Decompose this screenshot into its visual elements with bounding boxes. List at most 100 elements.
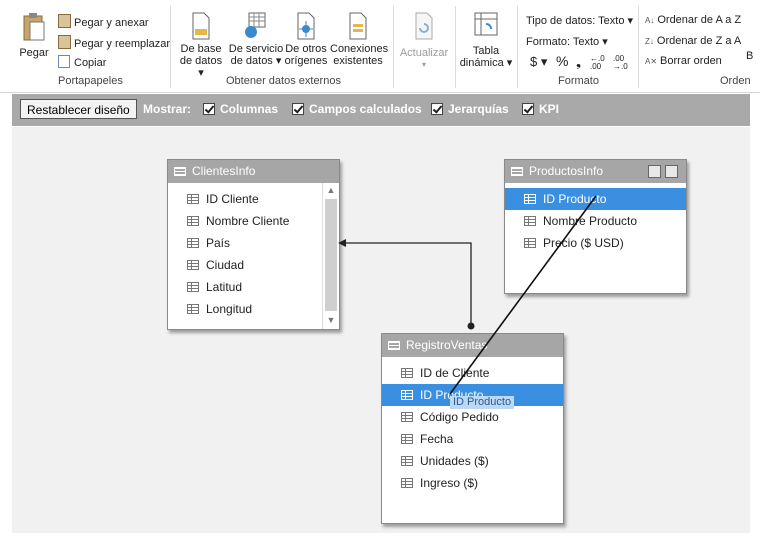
table-productosinfo[interactable]: ProductosInfo ID Producto Nombre Product…	[504, 159, 687, 294]
field-row[interactable]: ID de Cliente	[382, 362, 563, 384]
data-type-dropdown[interactable]: Tipo de datos: Texto ▾	[526, 14, 633, 27]
field-row[interactable]: Unidades ($)	[382, 450, 563, 472]
paste-append-button[interactable]: Pegar y anexar	[58, 14, 149, 29]
from-other-sources-button[interactable]: De otros orígenes	[284, 12, 328, 67]
pivot-table-label-2: dinámica ▾	[459, 57, 513, 69]
from-data-service-label-1: De servicio	[228, 43, 284, 55]
table-clientesinfo[interactable]: ClientesInfo ID Cliente Nombre Cliente P…	[167, 159, 340, 330]
show-columns-label: Columnas	[220, 102, 279, 116]
field-label: Ciudad	[206, 258, 245, 272]
separator	[170, 6, 171, 88]
format-dropdown[interactable]: Formato: Texto ▾	[526, 35, 608, 48]
show-calculated-fields-label: Campos calculados	[309, 102, 422, 116]
from-data-service-label-2: de datos ▾	[230, 55, 282, 67]
field-row[interactable]: Código Pedido	[382, 406, 563, 428]
column-icon	[401, 434, 413, 444]
field-label: Latitud	[206, 280, 243, 294]
table-registroventas[interactable]: RegistroVentas ID de Cliente ID Producto…	[381, 333, 564, 524]
from-data-service-button[interactable]: De servicio de datos ▾	[228, 12, 284, 67]
column-icon	[524, 194, 536, 204]
refresh-button[interactable]: Actualizar ▾	[397, 12, 451, 71]
scroll-down-icon[interactable]: ▼	[325, 315, 337, 325]
field-row[interactable]: Fecha	[382, 428, 563, 450]
column-icon	[187, 216, 199, 226]
field-label: Nombre Producto	[543, 214, 638, 228]
paste-append-icon	[58, 14, 71, 28]
sort-az-icon: A↓	[645, 16, 655, 25]
data-service-icon	[245, 12, 266, 38]
sort-az-button[interactable]: A↓ Ordenar de A a Z	[645, 14, 741, 26]
pivot-table-label-1: Tabla	[472, 45, 500, 57]
paste-button[interactable]: Pegar	[16, 12, 52, 59]
clear-sort-label: Borrar orden	[660, 55, 722, 67]
checkbox-checked-icon	[431, 103, 443, 115]
show-kpi-label: KPI	[539, 102, 560, 116]
other-sources-icon	[297, 12, 315, 40]
currency-button[interactable]: $ ▾	[530, 54, 547, 70]
table-header[interactable]: RegistroVentas	[382, 334, 563, 357]
column-icon	[187, 238, 199, 248]
field-label: Nombre Cliente	[206, 214, 290, 228]
restore-icon[interactable]	[648, 165, 661, 178]
pivot-table-button[interactable]: Tabla dinámica ▾	[459, 12, 513, 69]
show-calculated-fields-checkbox[interactable]: Campos calculados	[292, 102, 422, 116]
percent-button[interactable]: %	[556, 53, 568, 69]
field-row[interactable]: Latitud	[168, 276, 322, 298]
clipboard-group-label: Portapapeles	[58, 75, 123, 87]
sort-za-button[interactable]: Z↓ Ordenar de Z a A	[645, 35, 741, 47]
field-label: Longitud	[206, 302, 253, 316]
increase-decimal-button[interactable]: ←.0 .00	[590, 55, 612, 71]
show-columns-checkbox[interactable]: Columnas	[203, 102, 278, 116]
paste-replace-icon	[58, 35, 71, 49]
copy-label: Copiar	[74, 57, 107, 69]
table-title: ProductosInfo	[529, 164, 604, 178]
pivot-table-icon	[474, 12, 498, 36]
from-database-button[interactable]: De base de datos ▾	[176, 12, 226, 79]
field-label: ID Cliente	[206, 192, 259, 206]
from-database-label-2: de datos ▾	[179, 55, 223, 79]
column-icon	[187, 304, 199, 314]
copy-button[interactable]: Copiar	[58, 55, 106, 69]
column-icon	[524, 238, 536, 248]
field-label: Precio ($ USD)	[543, 236, 624, 250]
field-row[interactable]: ID Cliente	[168, 188, 322, 210]
show-hierarchies-checkbox[interactable]: Jerarquías	[431, 102, 509, 116]
vertical-scrollbar[interactable]: ▲ ▼	[322, 183, 339, 329]
table-header[interactable]: ProductosInfo	[505, 160, 686, 183]
scroll-up-icon[interactable]: ▲	[325, 185, 337, 195]
scrollbar-thumb[interactable]	[325, 199, 337, 311]
paste-replace-label: Pegar y reemplazar	[74, 38, 170, 50]
field-row[interactable]: Ciudad	[168, 254, 322, 276]
table-title: RegistroVentas	[406, 338, 488, 352]
table-icon	[511, 167, 523, 176]
existing-connections-label-1: Conexiones	[330, 43, 389, 55]
sort-za-icon: Z↓	[645, 37, 654, 46]
decrease-decimal-button[interactable]: .00 →.0	[613, 55, 635, 71]
column-icon	[524, 216, 536, 226]
checkbox-checked-icon	[522, 103, 534, 115]
field-row[interactable]: Precio ($ USD)	[505, 232, 686, 254]
field-row[interactable]: Nombre Producto	[505, 210, 686, 232]
ribbon-cut-label: B	[746, 50, 754, 62]
field-row[interactable]: Nombre Cliente	[168, 210, 322, 232]
show-kpi-checkbox[interactable]: KPI	[522, 102, 559, 116]
ribbon: Pegar Pegar y anexar Pegar y reemplazar …	[0, 0, 760, 93]
field-label: ID Producto	[543, 192, 607, 206]
paste-replace-button[interactable]: Pegar y reemplazar	[58, 35, 170, 50]
field-row[interactable]: País	[168, 232, 322, 254]
reset-layout-button[interactable]: Restablecer diseño	[20, 99, 137, 119]
clear-sort-button[interactable]: A✕ Borrar orden	[645, 55, 722, 67]
comma-style-button[interactable]: ❟	[576, 54, 581, 70]
field-label: Código Pedido	[420, 410, 499, 424]
existing-connections-button[interactable]: Conexiones existentes	[330, 12, 389, 67]
field-row[interactable]: Ingreso ($)	[382, 472, 563, 494]
table-icon	[388, 341, 400, 350]
maximize-icon[interactable]	[665, 165, 678, 178]
field-row[interactable]: Longitud	[168, 298, 322, 320]
existing-connections-label-2: existentes	[333, 55, 383, 67]
refresh-label: Actualizar	[399, 47, 449, 59]
field-row-selected[interactable]: ID Producto	[505, 188, 686, 210]
paste-label: Pegar	[19, 47, 49, 59]
from-database-label-1: De base	[180, 43, 222, 55]
table-header[interactable]: ClientesInfo	[168, 160, 339, 183]
